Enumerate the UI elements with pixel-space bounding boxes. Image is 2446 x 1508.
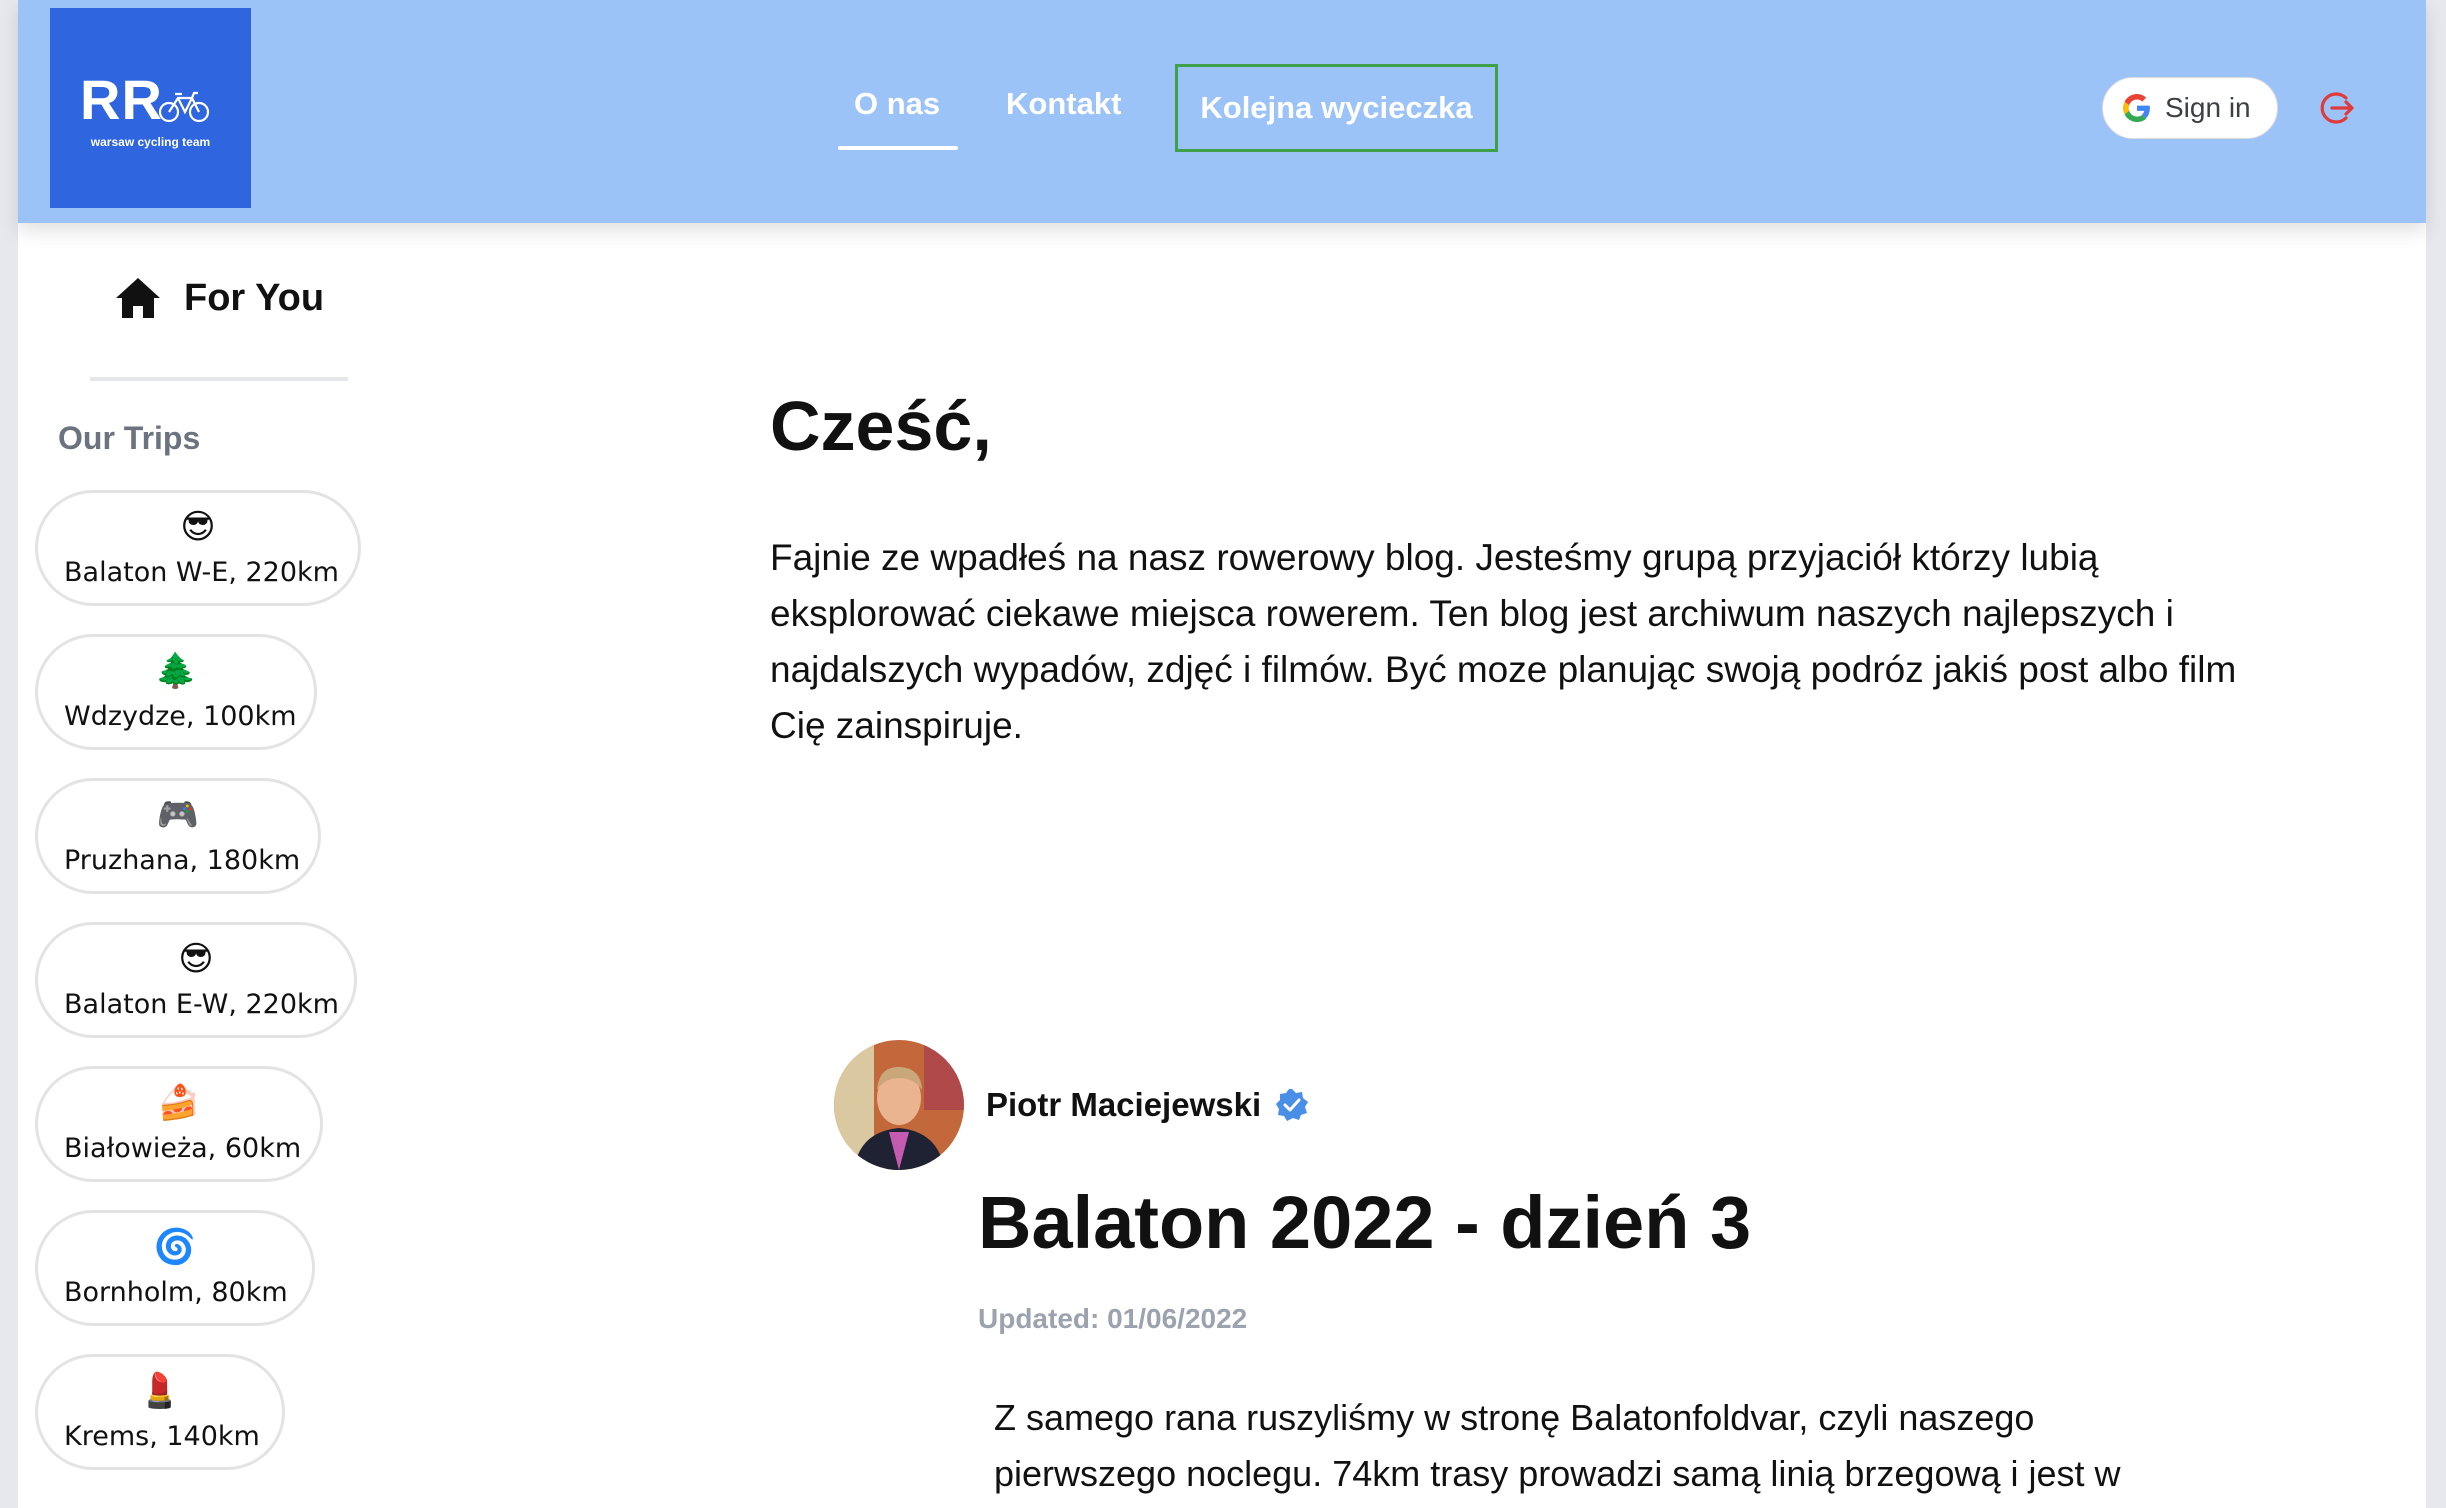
forest-icon: 🌲 bbox=[154, 651, 198, 691]
logout-icon[interactable] bbox=[2316, 88, 2356, 128]
bicycle-icon bbox=[158, 91, 210, 123]
trip-krems[interactable]: 💄 Krems, 140km bbox=[35, 1354, 285, 1470]
post-body: Z samego rana ruszyliśmy w stronę Balato… bbox=[994, 1397, 2121, 1494]
post-title[interactable]: Balaton 2022 - dzień 3 bbox=[978, 1180, 1751, 1265]
trip-balaton-e-w[interactable]: 😎 Balaton E-W, 220km bbox=[35, 922, 357, 1038]
page: RR warsaw cycling team O nas Kontakt Kol… bbox=[18, 0, 2426, 1508]
google-signin-button[interactable]: Sign in bbox=[2102, 77, 2278, 139]
trip-label: Białowieża, 60km bbox=[64, 1133, 302, 1164]
trip-label: Wdzydze, 100km bbox=[64, 701, 297, 732]
nav-kolejna-wycieczka[interactable]: Kolejna wycieczka bbox=[1175, 64, 1498, 152]
cake-icon: 🍰 bbox=[157, 1083, 201, 1123]
trip-bialowieza[interactable]: 🍰 Białowieża, 60km bbox=[35, 1066, 323, 1182]
trip-balaton-w-e[interactable]: 😎 Balaton W-E, 220km bbox=[35, 490, 361, 606]
sidebar-divider bbox=[90, 377, 348, 381]
gamepad-icon: 🎮 bbox=[156, 795, 200, 835]
logo-subtitle: warsaw cycling team bbox=[90, 135, 211, 149]
trip-bornholm[interactable]: 🌀 Bornholm, 80km bbox=[35, 1210, 315, 1326]
home-icon bbox=[116, 278, 160, 318]
nav-kolejna-wycieczka-label: Kolejna wycieczka bbox=[1200, 90, 1473, 125]
nav-kontakt[interactable]: Kontakt bbox=[1006, 86, 1121, 122]
trip-label: Balaton E-W, 220km bbox=[64, 989, 339, 1020]
signin-label: Sign in bbox=[2165, 92, 2251, 123]
trip-pruzhana[interactable]: 🎮 Pruzhana, 180km bbox=[35, 778, 321, 894]
author-row: Piotr Maciejewski bbox=[986, 1086, 1309, 1124]
nav-o-nas[interactable]: O nas bbox=[854, 86, 940, 122]
author-avatar[interactable] bbox=[834, 1040, 964, 1170]
trip-label: Bornholm, 80km bbox=[64, 1277, 288, 1308]
intro-paragraph: Fajnie ze wpadłeś na nasz rowerowy blog.… bbox=[770, 537, 2237, 746]
trip-label: Balaton W-E, 220km bbox=[64, 557, 339, 588]
author-name[interactable]: Piotr Maciejewski bbox=[986, 1086, 1261, 1124]
sidebar-for-you[interactable]: For You bbox=[114, 268, 324, 328]
post-updated-date: Updated: 01/06/2022 bbox=[978, 1303, 1248, 1334]
trip-wdzydze[interactable]: 🌲 Wdzydze, 100km bbox=[35, 634, 317, 750]
verified-badge-icon bbox=[1276, 1089, 1309, 1121]
swirl-icon: 🌀 bbox=[153, 1227, 197, 1267]
top-header: RR warsaw cycling team O nas Kontakt Kol… bbox=[18, 0, 2426, 223]
trip-label: Pruzhana, 180km bbox=[64, 845, 301, 876]
trip-label: Krems, 140km bbox=[64, 1421, 260, 1452]
logo-initials: RR bbox=[80, 68, 163, 131]
our-trips-heading: Our Trips bbox=[58, 420, 201, 456]
sunglasses-face-icon: 😎 bbox=[178, 939, 214, 979]
for-you-label: For You bbox=[184, 276, 325, 319]
logo[interactable]: RR warsaw cycling team bbox=[50, 8, 251, 208]
lipstick-icon: 💄 bbox=[138, 1371, 182, 1411]
avatar-photo bbox=[834, 1040, 964, 1170]
nav-active-indicator bbox=[838, 146, 958, 150]
google-icon bbox=[2123, 94, 2150, 122]
greeting-heading: Cześć, bbox=[770, 387, 992, 465]
sunglasses-face-icon: 😎 bbox=[180, 507, 216, 547]
